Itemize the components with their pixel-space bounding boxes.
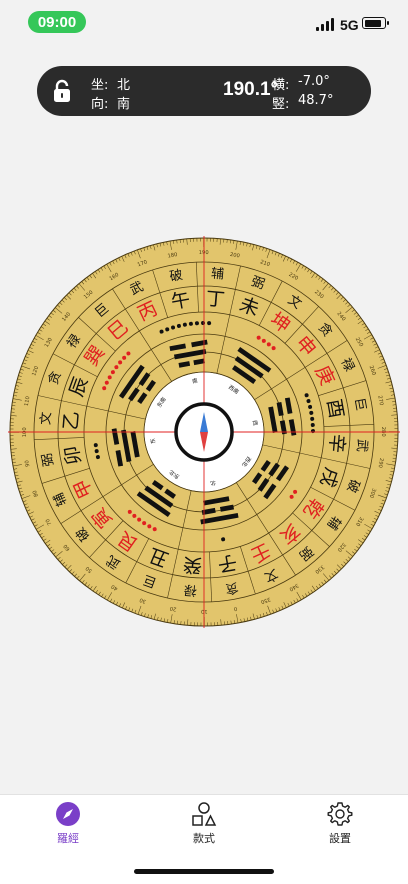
shapes-icon bbox=[192, 802, 217, 826]
home-indicator bbox=[134, 869, 274, 874]
signal-icon bbox=[316, 18, 334, 31]
facing-label: 向: bbox=[91, 97, 109, 112]
gear-icon bbox=[327, 802, 353, 826]
compass-dial[interactable]: 0102030405060708090100110120130140150160… bbox=[8, 236, 400, 628]
mountain-label: 癸 bbox=[182, 553, 203, 577]
tab-label: 設置 bbox=[329, 832, 351, 845]
horizontal-value: -7.0° bbox=[298, 74, 330, 89]
degree-label: 20 bbox=[169, 605, 177, 612]
battery-icon bbox=[362, 17, 389, 29]
mountain-label: 卯 bbox=[61, 444, 86, 467]
compass-icon bbox=[56, 802, 80, 826]
degree-label: 90 bbox=[24, 460, 31, 468]
mountain-label: 酉 bbox=[322, 397, 347, 420]
mountain-label: 午 bbox=[169, 289, 192, 314]
tab-label: 羅經 bbox=[57, 832, 79, 845]
tab-compass[interactable]: 羅經 bbox=[28, 801, 108, 851]
mountain-label: 子 bbox=[216, 550, 239, 575]
mountain-label: 辛 bbox=[325, 433, 349, 454]
star-label: 武 bbox=[353, 438, 369, 452]
star-label: 辅 bbox=[210, 267, 224, 283]
tab-label: 款式 bbox=[193, 832, 215, 845]
network-type: 5G bbox=[340, 17, 359, 33]
star-label: 贪 bbox=[224, 579, 239, 596]
vertical-label: 竪: bbox=[272, 97, 290, 112]
info-bar: 坐: 北 向: 南 190.1° 横: -7.0° 竪: 48.7° bbox=[37, 66, 371, 116]
star-label: 巨 bbox=[351, 397, 368, 412]
facing-value: 南 bbox=[117, 97, 131, 112]
horizontal-label: 横: bbox=[272, 78, 290, 93]
mountain-label: 乙 bbox=[60, 410, 84, 431]
tab-style[interactable]: 款式 bbox=[164, 801, 244, 851]
heading-value: 190.1° bbox=[223, 79, 279, 100]
vertical-value: 48.7° bbox=[298, 93, 334, 108]
mountain-label: 丁 bbox=[205, 288, 226, 312]
sitting-label: 坐: bbox=[91, 78, 109, 93]
star-label: 弼 bbox=[40, 452, 57, 467]
lock-icon[interactable] bbox=[52, 79, 72, 103]
star-label: 文 bbox=[39, 411, 55, 425]
status-bar: 09:00 5G bbox=[0, 0, 408, 48]
status-time: 09:00 bbox=[28, 11, 86, 33]
sitting-value: 北 bbox=[117, 78, 131, 93]
tab-settings[interactable]: 設置 bbox=[300, 801, 380, 851]
star-label: 破 bbox=[169, 268, 184, 285]
star-label: 禄 bbox=[183, 581, 197, 597]
